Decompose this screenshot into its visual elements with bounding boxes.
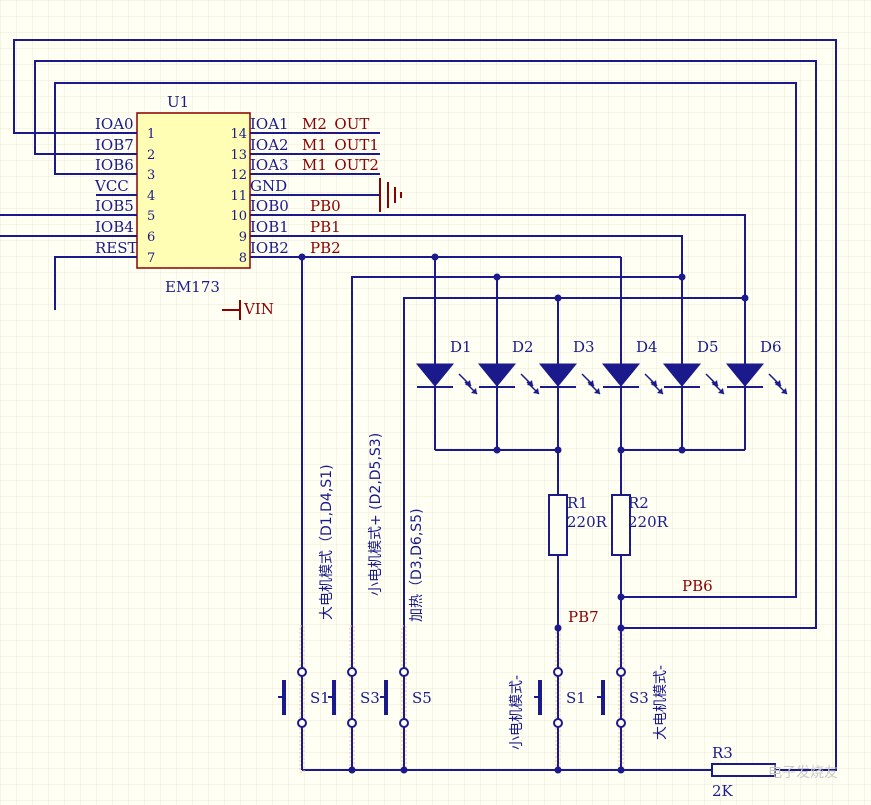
label-big-motor-minus: 大电机模式- — [653, 665, 669, 740]
u1-right-pin-name: IOB2 — [250, 239, 289, 257]
u1-right-pin-number: 10 — [230, 209, 247, 224]
resistor-r2-name: R2 — [628, 494, 649, 512]
switch-label: S3 — [629, 689, 649, 707]
u1-right-pin-number: 9 — [239, 230, 247, 245]
net-m2-out: M2_OUT — [302, 115, 369, 133]
u1-left-pin-name: IOB6 — [95, 156, 134, 174]
u1-left-pin-name: IOA0 — [95, 115, 134, 133]
switch-label: S1 — [310, 689, 330, 707]
led-label: D6 — [760, 338, 782, 356]
u1-left-pin-number: 7 — [147, 251, 155, 266]
net-pb1: PB1 — [310, 218, 341, 236]
net-pb7: PB7 — [568, 608, 599, 626]
u1-left-pin-number: 1 — [147, 127, 155, 142]
u1-right-pin-name: GND — [250, 177, 287, 195]
u1-right-pin-number: 14 — [230, 127, 247, 142]
u1-left-pin-number: 4 — [147, 189, 155, 204]
watermark-text: 电子发烧友 — [768, 765, 838, 781]
net-pb6: PB6 — [682, 577, 713, 595]
u1-left-pin-name: REST — [95, 239, 138, 257]
resistor-r3-name: R3 — [712, 744, 733, 762]
u1-left-pin-number: 2 — [147, 148, 155, 163]
led-label: D5 — [697, 338, 719, 356]
u1-right-pin-number: 11 — [230, 189, 247, 204]
u1-part-number: EM173 — [165, 278, 220, 296]
net-m1-out2: M1_OUT2 — [302, 156, 379, 174]
u1-right-pin-number: 13 — [230, 148, 247, 163]
switch-label: S3 — [360, 689, 380, 707]
u1-left-pin-name: IOB7 — [95, 136, 134, 154]
label-big-motor-mode: 大电机模式（D1,D4,S1) — [319, 464, 335, 620]
led-label: D3 — [573, 338, 595, 356]
u1-left-pin-number: 3 — [147, 168, 155, 183]
led-label: D4 — [636, 338, 658, 356]
u1-right-pin-name: IOA1 — [250, 115, 289, 133]
u1-left-pin-name: IOB4 — [95, 218, 134, 236]
net-pb0: PB0 — [310, 197, 341, 215]
switch-label: S5 — [412, 689, 432, 707]
label-small-motor-plus: 小电机模式+ (D2,D5,S3) — [368, 433, 384, 596]
u1-right-pin-name: IOA3 — [250, 156, 289, 174]
label-heating: 加热（D3,D6,S5) — [409, 508, 425, 622]
net-pb2: PB2 — [310, 239, 341, 257]
schematic-canvas: U1 EM173 IOA0 1 IOB7 2 IOB6 3 VCC 4 IOB5 5 IOB4 6 RE… — [0, 0, 871, 805]
resistor-r1-value: 220R — [567, 513, 608, 531]
u1-left-pins: IOA0 1 IOB7 2 IOB6 3 VCC 4 IOB5 5 IOB4 6 REST 7 — [94, 115, 155, 266]
u1-left-pin-name: VCC — [94, 177, 129, 195]
u1-right-pin-name: IOA2 — [250, 136, 289, 154]
resistor-r1-body — [548, 494, 568, 556]
label-small-motor-minus: 小电机模式- — [509, 675, 525, 750]
net-vin: VIN — [243, 300, 274, 318]
u1-left-pin-number: 5 — [147, 209, 155, 224]
u1-right-pins: IOA114IOA213IOA312GND11IOB010IOB19IOB28 — [230, 115, 288, 266]
u1-right-pin-name: IOB1 — [250, 218, 289, 236]
resistor-r3-value: 2K — [712, 782, 734, 800]
u1-right-pin-number: 12 — [230, 168, 247, 183]
led-label: D1 — [450, 338, 472, 356]
u1-right-pin-name: IOB0 — [250, 197, 289, 215]
switch-label: S1 — [566, 689, 586, 707]
resistor-r3-body — [711, 763, 776, 777]
u1-left-pin-number: 6 — [147, 230, 155, 245]
u1-right-pin-number: 8 — [239, 251, 247, 266]
net-m1-out1: M1_OUT1 — [302, 136, 379, 154]
u1-designator: U1 — [167, 93, 189, 111]
u1-left-pin-name: IOB5 — [95, 197, 134, 215]
led-label: D2 — [512, 338, 534, 356]
resistor-r2-value: 220R — [628, 513, 669, 531]
resistor-r1-name: R1 — [567, 494, 588, 512]
